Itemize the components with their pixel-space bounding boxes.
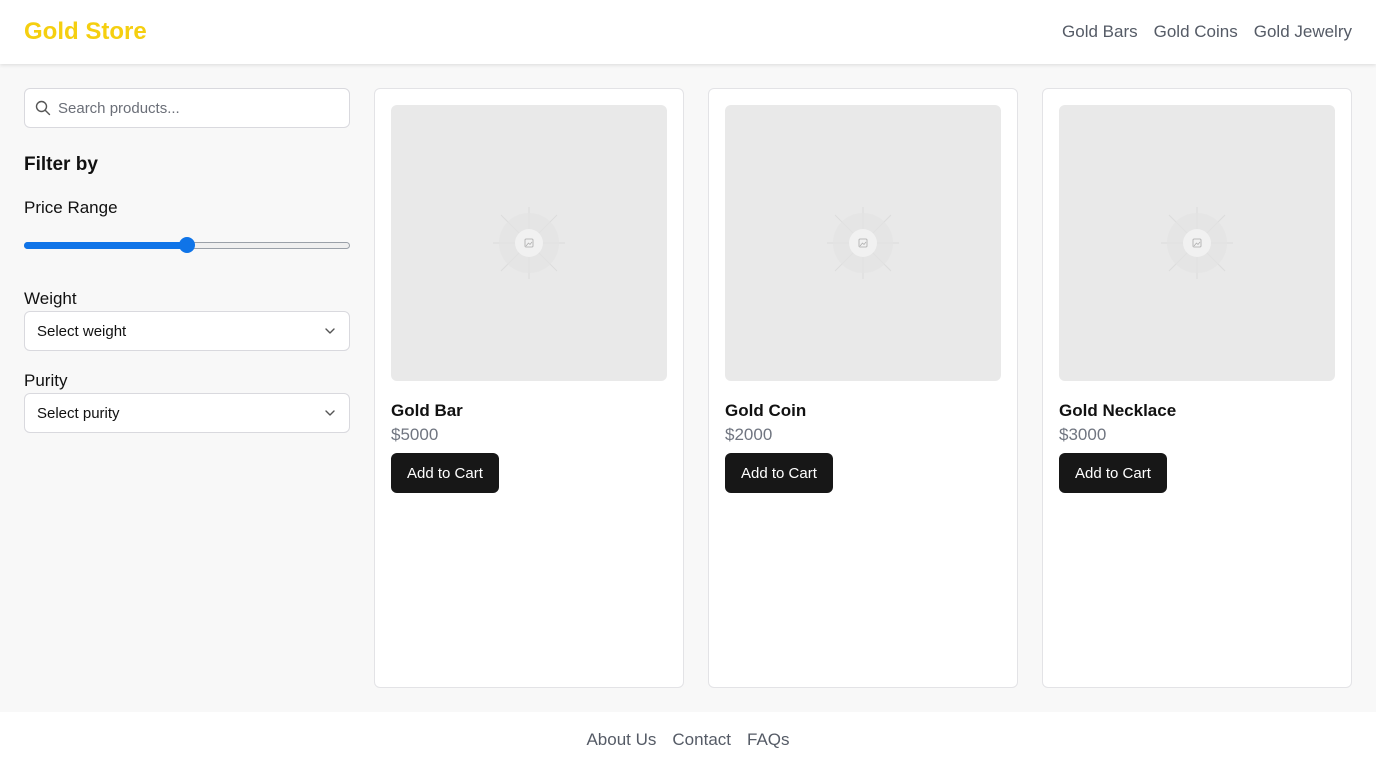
search-input[interactable] <box>25 89 349 127</box>
search-icon <box>35 100 51 116</box>
purity-select[interactable]: Select purity <box>24 393 350 433</box>
product-price: $5000 <box>391 425 439 444</box>
footer-contact[interactable]: Contact <box>672 730 731 750</box>
product-image <box>1059 105 1335 381</box>
weight-label: Weight <box>24 289 77 308</box>
slider-thumb[interactable] <box>179 237 195 253</box>
image-placeholder-icon <box>493 207 565 279</box>
filter-title: Filter by <box>24 154 98 175</box>
chevron-down-icon <box>325 328 335 334</box>
footer-faqs[interactable]: FAQs <box>747 730 790 750</box>
add-to-cart-button[interactable]: Add to Cart <box>391 453 499 493</box>
price-range-slider[interactable] <box>24 235 350 259</box>
main-nav: Gold Bars Gold Coins Gold Jewelry <box>1062 22 1352 42</box>
product-card: Gold Bar $5000 Add to Cart <box>374 88 684 688</box>
chevron-down-icon <box>325 410 335 416</box>
product-price: $2000 <box>725 425 773 444</box>
purity-select-value: Select purity <box>37 404 120 422</box>
product-card: Gold Coin $2000 Add to Cart <box>708 88 1018 688</box>
nav-gold-bars[interactable]: Gold Bars <box>1062 22 1138 42</box>
price-range-label: Price Range <box>24 198 118 217</box>
weight-select-value: Select weight <box>37 322 127 340</box>
product-card: Gold Necklace $3000 Add to Cart <box>1042 88 1352 688</box>
add-to-cart-button[interactable]: Add to Cart <box>1059 453 1167 493</box>
purity-label: Purity <box>24 371 68 390</box>
image-placeholder-icon <box>1161 207 1233 279</box>
filter-sidebar: Filter by Price Range Weight Select weig… <box>24 88 350 433</box>
brand-logo[interactable]: Gold Store <box>24 18 147 46</box>
product-image <box>391 105 667 381</box>
product-name: Gold Necklace <box>1059 401 1177 420</box>
site-footer: About Us Contact FAQs <box>0 712 1376 768</box>
add-to-cart-button[interactable]: Add to Cart <box>725 453 833 493</box>
slider-fill <box>24 242 187 249</box>
image-placeholder-icon <box>827 207 899 279</box>
product-name: Gold Bar <box>391 401 463 420</box>
search-box <box>24 88 350 128</box>
weight-select[interactable]: Select weight <box>24 311 350 351</box>
product-grid: Gold Bar $5000 Add to Cart Gold Coin $20… <box>374 88 1352 688</box>
product-name: Gold Coin <box>725 401 807 420</box>
product-price: $3000 <box>1059 425 1107 444</box>
nav-gold-coins[interactable]: Gold Coins <box>1154 22 1238 42</box>
product-image <box>725 105 1001 381</box>
nav-gold-jewelry[interactable]: Gold Jewelry <box>1254 22 1352 42</box>
footer-about-us[interactable]: About Us <box>586 730 656 750</box>
site-header: Gold Store Gold Bars Gold Coins Gold Jew… <box>0 0 1376 64</box>
